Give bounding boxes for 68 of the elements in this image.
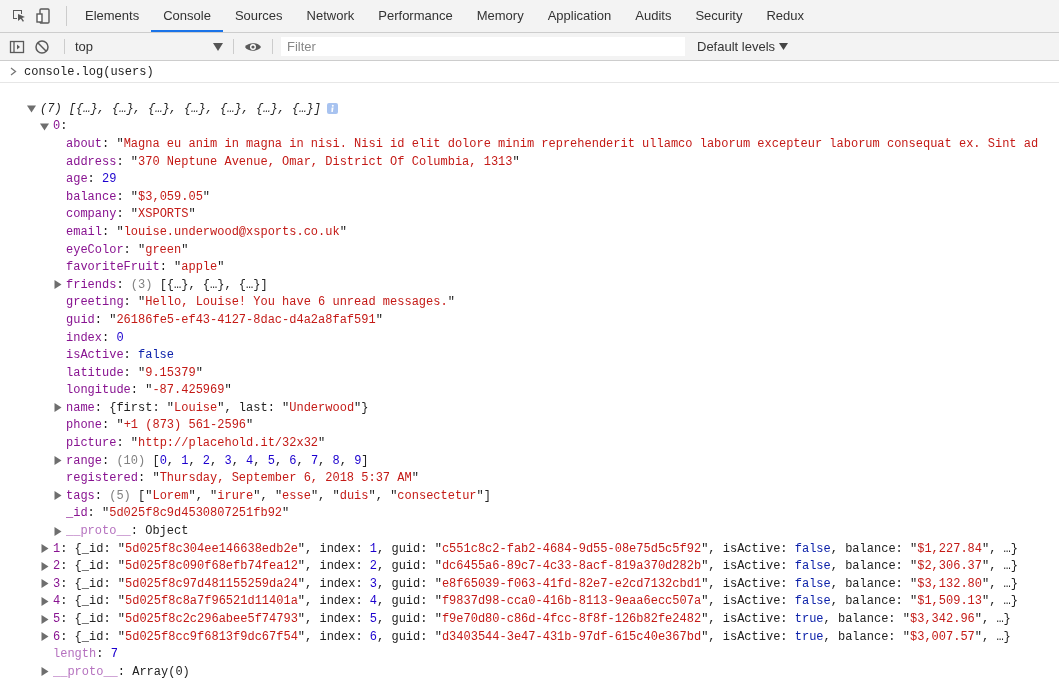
property-line: email: "louise.underwood@xsports.co.uk" — [66, 224, 347, 239]
property-line: range: (10) [0, 1, 2, 3, 4, 5, 6, 7, 8, 9] — [66, 453, 369, 468]
property-line: name: {first: "Louise", last: "Underwood"} — [66, 400, 369, 415]
context-select[interactable]: top — [71, 33, 227, 60]
disclosure-triangle-icon[interactable] — [40, 614, 49, 624]
disclosure-triangle-icon[interactable] — [40, 544, 49, 554]
caret-icon[interactable] — [779, 43, 789, 50]
property-line: 4: {_id: "5d025f8c8a7f96521d11401a", index: 4, guid: "f9837d98-cca0-416b-8113-9eaa6ecc507a", isActive: false, balance: "$1,509.13", …} — [53, 594, 1018, 609]
caret-icon[interactable] — [213, 42, 223, 51]
disclosure-triangle-icon[interactable] — [40, 579, 49, 589]
panel-tab[interactable]: Elements — [73, 0, 152, 32]
property-line: 1: {_id: "5d025f8c304ee146638edb2e", index: 1, guid: "c551c8c2-fab2-4684-9d55-08e75d5c5f92", isActive: false, balance: "$1,227.84", …} — [53, 541, 1018, 556]
property-line: __proto__: Array(0) — [53, 664, 190, 679]
panel-tab[interactable]: Audits — [623, 0, 684, 32]
panel-tab[interactable]: Performance — [366, 0, 465, 32]
panel-tab[interactable]: Security — [683, 0, 755, 32]
disclosure-triangle-icon[interactable] — [40, 632, 49, 642]
property-line: friends: (3) [{…}, {…}, {…}] — [66, 277, 268, 292]
property-line: length: 7 — [53, 647, 118, 662]
disclosure-triangle-icon[interactable] — [40, 561, 49, 571]
property-line: age: 29 — [66, 172, 117, 187]
sidebar-toggle-icon[interactable] — [9, 38, 25, 55]
clear-icon[interactable] — [34, 38, 50, 55]
property-line: address: "370 Neptune Avenue, Omar, District Of Columbia, 1313" — [66, 154, 520, 169]
property-line: phone: "+1 (873) 561-2596" — [66, 418, 254, 433]
property-line: picture: "http://placehold.it/32x32" — [66, 436, 326, 451]
property-line: index: 0 — [66, 330, 124, 345]
prompt-icon — [10, 67, 17, 76]
property-line: registered: "Thursday, September 6, 2018 5:37 AM" — [66, 471, 419, 486]
property-line: 5: {_id: "5d025f8c2c296abee5f74793", index: 5, guid: "f9e70d80-c86d-4fcc-8f8f-126b82fe2482", isActive: true, balance: "$3,342.96", …} — [53, 612, 1011, 626]
device-icon[interactable] — [36, 8, 52, 24]
property-line: eyeColor: "green" — [66, 242, 189, 257]
property-line: latitude: "9.15379" — [66, 365, 203, 380]
panel-tab[interactable]: Memory — [464, 0, 536, 32]
array-summary: (7) [{…}, {…}, {…}, {…}, {…}, {…}, {…}] — [40, 101, 321, 116]
panel-tab[interactable]: Network — [294, 0, 367, 32]
property-line: 3: {_id: "5d025f8c97d481155259da24", index: 3, guid: "e8f65039-f063-41fd-82e7-e2cd7132cbd1", isActive: false, balance: "$3,132.80", …} — [53, 576, 1018, 591]
property-line: about: "Magna eu anim in magna in nisi. Nisi id elit dolore minim reprehenderit ullamco laborum excepteur laborum consequat ex. Sint ad — [66, 137, 1039, 151]
disclosure-triangle-icon[interactable] — [53, 280, 62, 290]
property-line: __proto__: Object — [66, 524, 189, 539]
disclosure-triangle-icon[interactable] — [53, 403, 62, 413]
panel-tab[interactable]: Sources — [222, 0, 295, 32]
disclosure-triangle-icon[interactable] — [53, 456, 62, 466]
property-line: favoriteFruit: "apple" — [66, 260, 225, 275]
property-line: 2: {_id: "5d025f8c090f68efb74fea12", index: 2, guid: "dc6455a6-89c7-4c33-8acf-819a370d282b", isActive: false, balance: "$2,306.37", …} — [53, 559, 1018, 574]
property-line: balance: "$3,059.05" — [66, 189, 211, 204]
property-line: greeting: "Hello, Louise! You have 6 unread messages." — [66, 295, 455, 310]
panel-tab[interactable]: Application — [535, 0, 624, 32]
property-line: company: "XSPORTS" — [66, 207, 196, 222]
disclosure-triangle-icon[interactable] — [40, 596, 49, 606]
property-line: 0: — [53, 119, 68, 134]
filter-field[interactable]: Filter — [281, 37, 685, 56]
inspect-icon[interactable] — [11, 8, 27, 24]
property-line: guid: "26186fe5-ef43-4127-8dac-d4a2a8faf591" — [66, 312, 383, 327]
property-line: isActive: false — [66, 348, 175, 363]
disclosure-triangle-icon[interactable] — [27, 104, 36, 114]
property-line: _id: "5d025f8c9d4530807251fb92" — [66, 506, 290, 521]
property-line: 6: {_id: "5d025f8cc9f6813f9dc67f54", index: 6, guid: "d3403544-3e47-431b-97df-615c40e367bd", isActive: true, balance: "$3,007.57", …} — [53, 629, 1011, 644]
log-levels-dropdown[interactable]: Default levels — [693, 33, 793, 60]
property-line: tags: (5) ["Lorem", "irure", "esse", "duis", "consectetur"] — [66, 488, 491, 503]
disclosure-triangle-icon[interactable] — [53, 526, 62, 536]
property-line: longitude: "-87.425969" — [66, 383, 232, 398]
eye-icon[interactable] — [244, 40, 262, 53]
console-command: console.log(users) — [24, 64, 154, 79]
disclosure-triangle-icon[interactable] — [40, 667, 49, 677]
disclosure-triangle-icon[interactable] — [40, 121, 49, 131]
panel-tab[interactable]: Redux — [754, 0, 816, 32]
disclosure-triangle-icon[interactable] — [53, 491, 62, 501]
